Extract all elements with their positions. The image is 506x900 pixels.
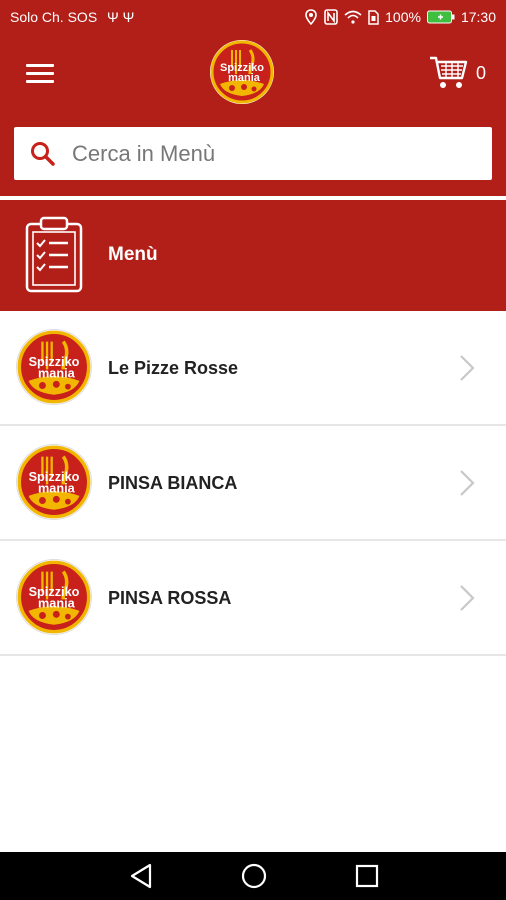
- logo-text: mania: [38, 365, 76, 380]
- back-icon[interactable]: [128, 862, 154, 890]
- category-label: PINSA ROSSA: [108, 588, 232, 608]
- category-row-le-pizze-rosse[interactable]: Spizziko mania Le Pizze Rosse: [0, 311, 506, 426]
- recents-icon[interactable]: [355, 862, 379, 890]
- category-label: PINSA BIANCA: [108, 473, 238, 493]
- chevron-right-icon: [460, 355, 475, 381]
- carrier-label: Solo Ch. SOS: [10, 9, 98, 25]
- shopping-cart-icon: [430, 56, 468, 88]
- search-bar[interactable]: [14, 127, 492, 180]
- search-icon: [31, 142, 55, 166]
- chevron-right-icon: [460, 585, 475, 611]
- logo-text: mania: [38, 480, 76, 495]
- hamburger-menu-button[interactable]: [24, 60, 56, 90]
- logo-text: mania: [228, 72, 261, 84]
- spizzikomania-logo[interactable]: Spizziko mania: [210, 40, 274, 104]
- battery-icon: [426, 10, 455, 24]
- clipboard-checklist-icon: [25, 216, 83, 293]
- app-header: Spizziko mania 0: [0, 34, 506, 196]
- section-title: Menù: [108, 244, 158, 265]
- category-logo-icon: Spizziko mania: [17, 330, 91, 404]
- clock: 17:30: [460, 9, 496, 25]
- category-row-pinsa-rossa[interactable]: Spizziko mania PINSA ROSSA: [0, 541, 506, 656]
- cart-count: 0: [476, 63, 487, 83]
- category-label: Le Pizze Rosse: [108, 358, 239, 378]
- menu-icon-line: [26, 80, 54, 83]
- location-icon: [305, 9, 317, 25]
- chevron-right-icon: [460, 470, 475, 496]
- status-bar: Solo Ch. SOS Ψ Ψ 100% 17:30: [0, 0, 506, 34]
- sim-icon: [368, 9, 379, 25]
- category-list: Spizziko mania Le Pizze Rosse Spizziko man…: [0, 311, 506, 656]
- search-input[interactable]: [70, 137, 474, 171]
- system-navigation-bar: [0, 852, 506, 900]
- menu-section-header: Menù: [0, 200, 506, 311]
- usb-icon: Ψ Ψ: [107, 9, 135, 25]
- home-icon[interactable]: [240, 862, 268, 890]
- logo-text: mania: [38, 595, 76, 610]
- category-row-pinsa-bianca[interactable]: Spizziko mania PINSA BIANCA: [0, 426, 506, 541]
- menu-icon-line: [26, 72, 54, 75]
- wifi-icon: [344, 10, 362, 24]
- category-logo-icon: Spizziko mania: [17, 445, 91, 519]
- battery-percent: 100%: [385, 9, 421, 25]
- menu-icon-line: [26, 64, 54, 67]
- category-logo-icon: Spizziko mania: [17, 560, 91, 634]
- nfc-icon: [324, 9, 338, 25]
- logo-graphic: Spizziko mania: [210, 40, 274, 104]
- cart-button[interactable]: 0: [428, 52, 500, 96]
